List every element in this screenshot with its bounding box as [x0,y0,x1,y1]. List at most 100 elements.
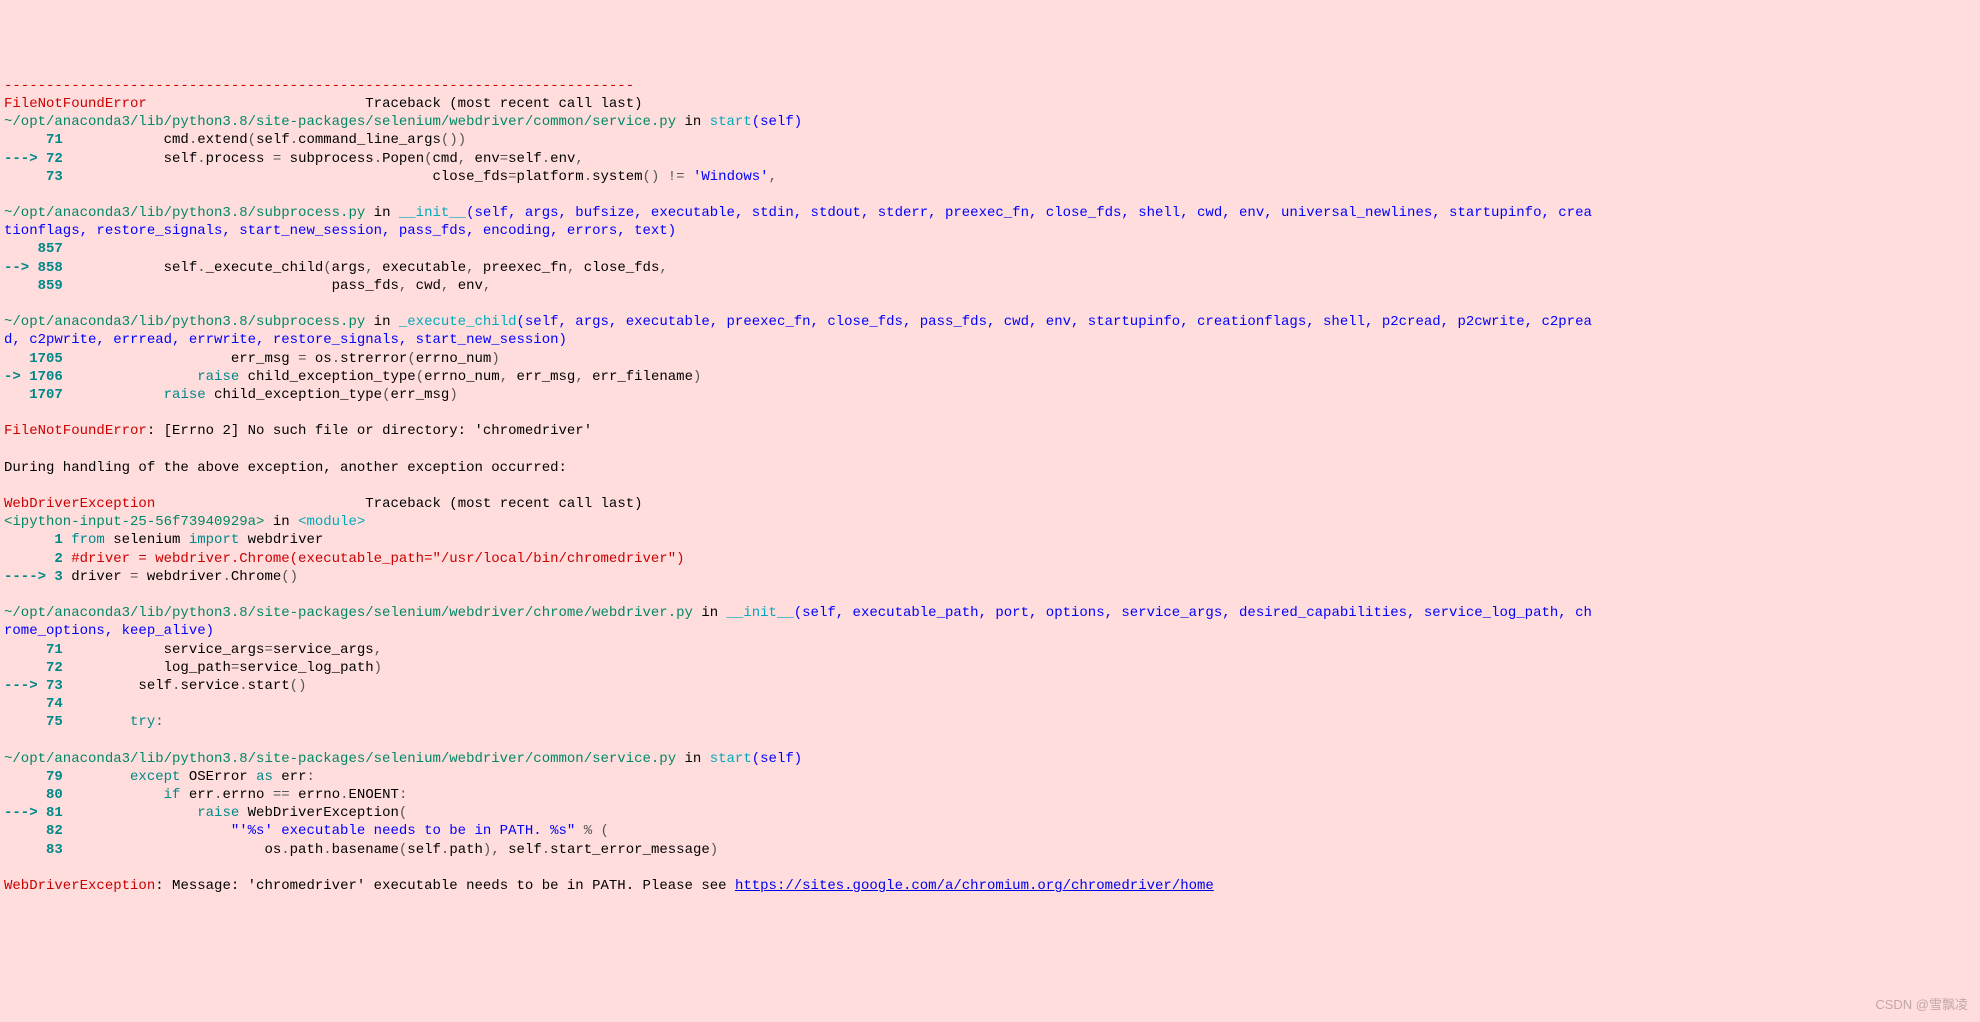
code: err_filename [584,369,693,385]
code: child_exception_type [206,387,382,403]
code: % ( [575,823,609,839]
watermark: CSDN @雪飘凌 [1875,997,1968,1014]
code: preexec_fn [475,260,567,276]
code: errno_num [424,369,500,385]
code: command_line_args [298,132,441,148]
frame2-path: ~/opt/anaconda3/lib/python3.8/subprocess… [4,205,365,221]
code: err_msg [508,369,575,385]
separator-dashes: ----------------------------------------… [4,78,634,94]
frame3-path: ~/opt/anaconda3/lib/python3.8/subprocess… [4,314,365,330]
code [63,805,197,821]
code: ENOENT [349,787,399,803]
code: platform [517,169,584,185]
code: OSError [180,769,256,785]
lineno: 74 [4,696,63,712]
code: env [550,151,575,167]
code: self [63,151,197,167]
code: webdriver [138,569,222,585]
code: _execute_child [206,260,324,276]
code: Popen [382,151,424,167]
keyword-from: from [71,532,105,548]
code [63,387,164,403]
code: executable [374,260,466,276]
code: webdriver [239,532,323,548]
code: env [466,151,500,167]
error-type: FileNotFoundError [4,423,147,439]
lineno: 71 [4,642,63,658]
frame4-file: <ipython-input-25-56f73940929a> [4,514,264,530]
code: service_args [63,642,265,658]
code: cmd [63,132,189,148]
in-label: in [693,605,727,621]
frame6-path: ~/opt/anaconda3/lib/python3.8/site-packa… [4,751,676,767]
traceback-label: Traceback (most recent call last) [365,496,642,512]
lineno: 72 [4,660,63,676]
code: errno_num [416,351,492,367]
lineno: 73 [4,169,63,185]
error-name-2: WebDriverException [4,496,155,512]
code: service_log_path [239,660,373,676]
code: service [180,678,239,694]
code: log_path [63,660,231,676]
keyword-try: try [63,714,155,730]
lineno: 71 [4,132,63,148]
code: self [63,678,172,694]
code: WebDriverException [239,805,399,821]
string: 'Windows' [693,169,769,185]
in-label: in [676,751,710,767]
string: "'%s' executable needs to be in PATH. %s… [63,823,575,839]
keyword-as: as [256,769,273,785]
in-label: in [365,205,399,221]
code: extend [197,132,247,148]
code: close_fds [63,169,508,185]
in-label: in [676,114,710,130]
code: os [63,842,281,858]
error-type-final: WebDriverException [4,878,155,894]
lineno: 75 [4,714,63,730]
frame5-path: ~/opt/anaconda3/lib/python3.8/site-packa… [4,605,693,621]
error-name-1: FileNotFoundError [4,96,147,112]
arrow-lineno: -> 1706 [4,369,63,385]
code: process [206,151,273,167]
arrow-lineno: --> 858 [4,260,63,276]
lineno: 857 [4,241,63,257]
frame1-args: (self) [752,114,802,130]
lineno: 80 [4,787,63,803]
code: cwd [407,278,441,294]
lineno: 2 [4,551,63,567]
code: path [449,842,483,858]
code: subprocess [281,151,373,167]
frame6-args: (self) [752,751,802,767]
code: strerror [340,351,407,367]
lineno: 1707 [4,387,63,403]
arrow-lineno: ---> 73 [4,678,63,694]
code: path [290,842,324,858]
code: err [180,787,214,803]
frame6-func: start [710,751,752,767]
code: self [500,842,542,858]
code: self [256,132,290,148]
code: err [273,769,307,785]
code: err_msg [391,387,450,403]
error-msg: : [Errno 2] No such file or directory: '… [147,423,592,439]
code: errno [222,787,272,803]
code: close_fds [575,260,659,276]
lineno: 1 [4,532,63,548]
code: start [248,678,290,694]
code [63,369,197,385]
lineno: 79 [4,769,63,785]
frame1-func: start [710,114,752,130]
code: errno [290,787,340,803]
comment: #driver = webdriver.Chrome(executable_pa… [63,551,685,567]
in-label: in [264,514,298,530]
keyword-import: import [189,532,239,548]
code: Chrome [231,569,281,585]
code: self [508,151,542,167]
arrow-lineno: ---> 72 [4,151,63,167]
frame1-path: ~/opt/anaconda3/lib/python3.8/site-packa… [4,114,676,130]
error-help-link[interactable]: https://sites.google.com/a/chromium.org/… [735,878,1214,894]
code: env [449,278,483,294]
code: self [407,842,441,858]
lineno: 859 [4,278,63,294]
code: start_error_message [550,842,710,858]
